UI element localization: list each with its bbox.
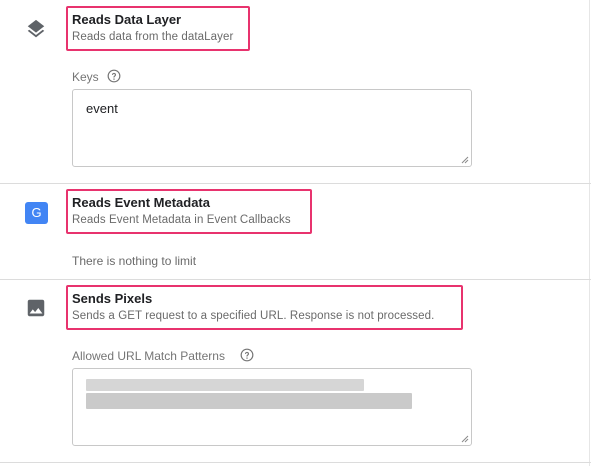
section-divider (0, 279, 591, 280)
permission-description: Reads Event Metadata in Event Callbacks (72, 214, 291, 226)
section-divider (0, 183, 591, 184)
resize-handle-icon[interactable] (461, 435, 469, 443)
permission-title: Sends Pixels (72, 291, 153, 306)
permissions-panel: Reads Data Layer Reads data from the dat… (0, 0, 591, 466)
permission-title: Reads Event Metadata (72, 195, 210, 210)
url-patterns-label: Allowed URL Match Patterns (72, 349, 225, 363)
redacted-text (86, 393, 412, 409)
help-icon[interactable] (240, 348, 254, 362)
keys-label: Keys (72, 70, 99, 84)
permission-description: Reads data from the dataLayer (72, 31, 234, 43)
keys-value: event (86, 101, 118, 116)
layers-icon (27, 19, 45, 38)
keys-textarea[interactable]: event (72, 89, 472, 167)
empty-message: There is nothing to limit (72, 254, 197, 268)
permission-description: Sends a GET request to a specified URL. … (72, 310, 435, 322)
url-patterns-textarea[interactable] (72, 368, 472, 446)
google-g-icon: G (25, 202, 48, 224)
resize-handle-icon[interactable] (461, 156, 469, 164)
help-icon[interactable] (107, 69, 121, 83)
permission-title: Reads Data Layer (72, 12, 182, 27)
section-divider (0, 462, 591, 463)
redacted-text (86, 379, 364, 391)
image-icon (27, 299, 45, 317)
panel-edge (589, 0, 590, 466)
